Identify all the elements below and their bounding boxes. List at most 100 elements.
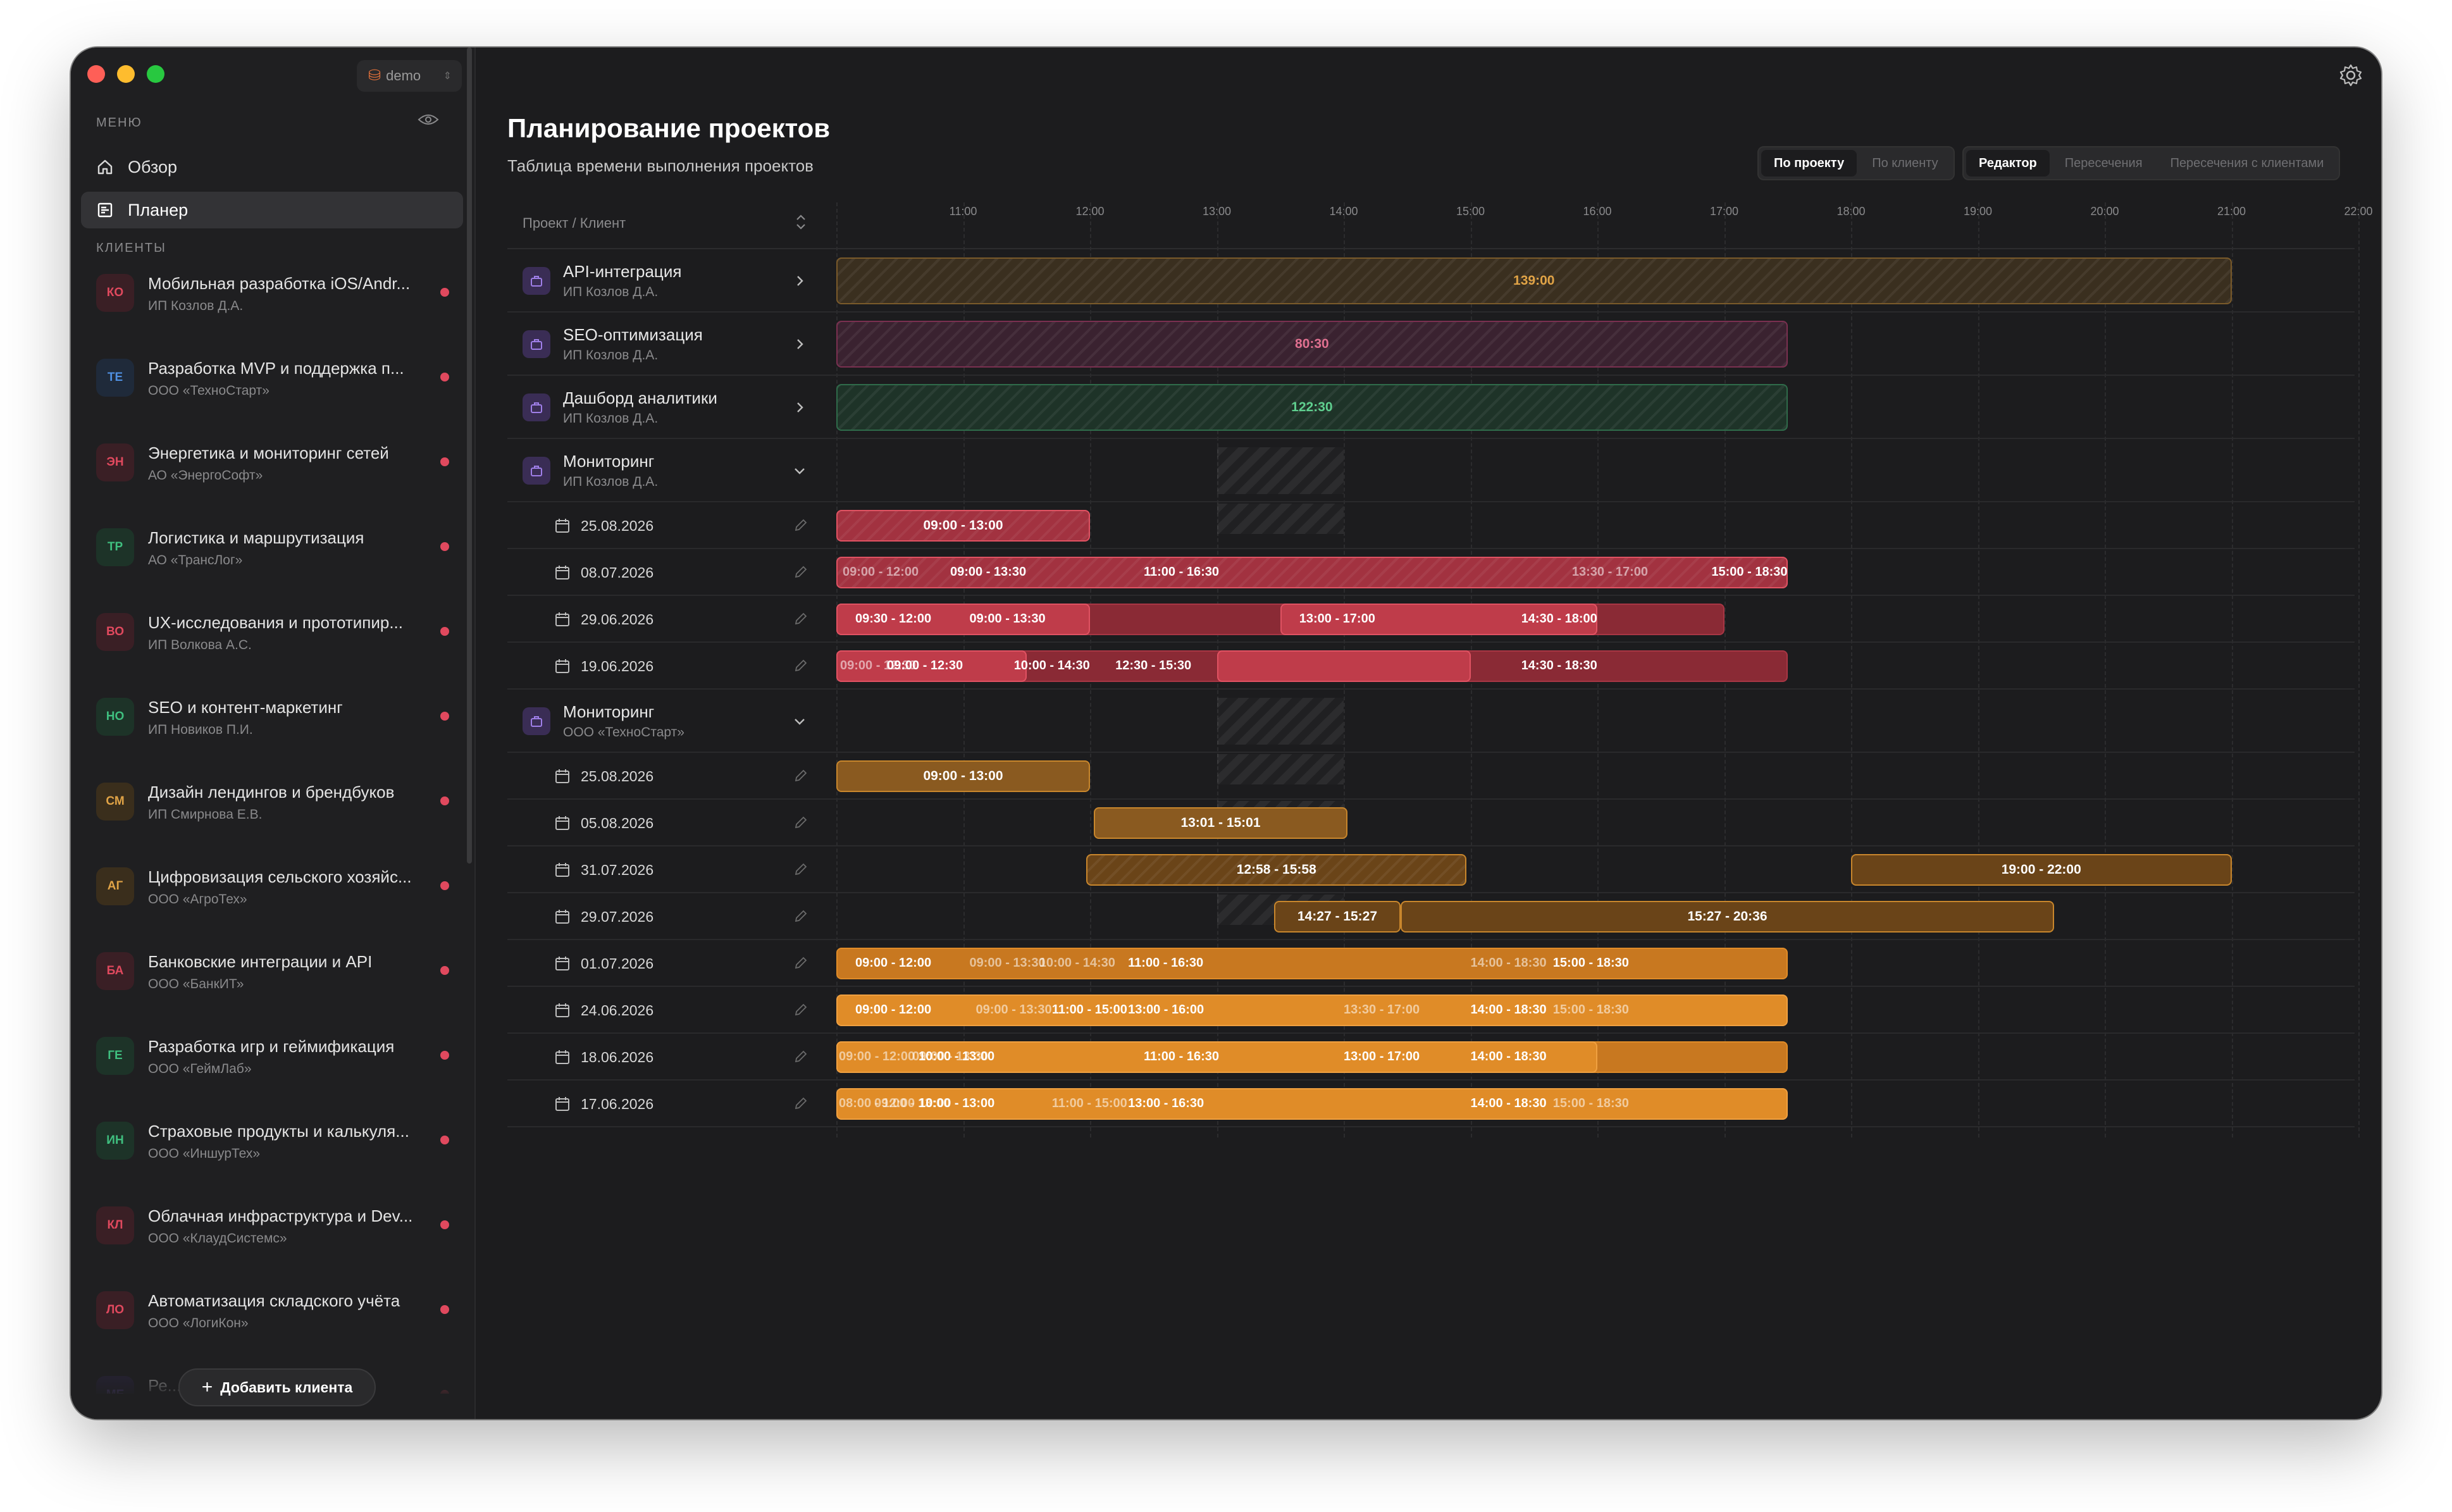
client-owner: ИП Смирнова Е.В. — [148, 807, 263, 822]
status-dot — [440, 457, 449, 466]
sort-updown-icon[interactable] — [793, 213, 808, 232]
time-bar[interactable]: 12:58 - 15:58 — [1086, 854, 1467, 886]
status-dot — [440, 1220, 449, 1229]
settings-gear-icon[interactable] — [2338, 63, 2363, 88]
calendar-icon — [555, 863, 569, 877]
time-bar-label: 11:00 - 15:00 — [1051, 1003, 1127, 1017]
chevron-right-icon[interactable] — [791, 399, 808, 416]
date-row[interactable]: 05.08.2026 — [507, 800, 2355, 846]
time-bar[interactable] — [1217, 650, 1471, 682]
nav-planner-label: Планер — [128, 200, 189, 220]
client-item[interactable]: БА Банковские интеграции и API ООО «Банк… — [96, 939, 463, 1015]
pencil-edit-icon[interactable] — [793, 1002, 808, 1017]
add-client-button[interactable]: + Добавить клиента — [178, 1368, 376, 1406]
client-item[interactable]: АГ Цифровизация сельского хозяйс... ООО … — [96, 855, 463, 931]
pencil-edit-icon[interactable] — [793, 1049, 808, 1064]
pencil-edit-icon[interactable] — [793, 908, 808, 924]
time-bar[interactable]: 122:30 — [836, 384, 1788, 431]
calendar-icon — [555, 769, 569, 783]
client-owner: ООО «КлаудСистемс» — [148, 1231, 287, 1246]
client-item[interactable]: ВО UX-исследования и прототипир... ИП Во… — [96, 600, 463, 676]
zoom-window-button[interactable] — [147, 65, 164, 83]
clients-section-title: КЛИЕНТЫ — [96, 241, 166, 255]
client-item[interactable]: ТЕ Разработка MVP и поддержка п... ООО «… — [96, 346, 463, 422]
minimize-window-button[interactable] — [117, 65, 135, 83]
project-row[interactable]: Мониторинг ИП Козлов Д.А. — [507, 439, 2355, 502]
time-bar[interactable]: 09:00 - 13:00 — [836, 510, 1090, 542]
pencil-edit-icon[interactable] — [793, 658, 808, 673]
mode-overlaps-tab[interactable]: Пересечения — [2052, 150, 2155, 177]
time-bar-label: 10:00 - 14:30 — [1039, 956, 1115, 970]
calendar-icon — [555, 566, 569, 579]
current-hour-marker — [1217, 754, 1344, 784]
pencil-edit-icon[interactable] — [793, 517, 808, 533]
client-avatar: ВО — [96, 613, 134, 651]
mode-client-overlaps-tab[interactable]: Пересечения с клиентами — [2158, 150, 2337, 177]
time-bar-label: 09:30 - 12:00 — [855, 612, 932, 626]
project-client: ИП Козлов Д.А. — [563, 474, 659, 489]
view-by-project-tab[interactable]: По проекту — [1761, 150, 1857, 177]
date-row[interactable]: 25.08.2026 — [507, 502, 2355, 549]
client-avatar: КО — [96, 274, 134, 312]
time-bar[interactable]: 15:27 - 20:36 — [1401, 901, 2054, 933]
status-dot — [440, 966, 449, 975]
chevron-right-icon[interactable] — [791, 272, 808, 290]
client-info: SEO и контент-маркетинг ИП Новиков П.И. — [148, 698, 426, 738]
pencil-edit-icon[interactable] — [793, 611, 808, 626]
nav-overview[interactable]: Обзор — [81, 149, 463, 185]
client-name: Разработка игр и геймификация — [148, 1037, 395, 1056]
chevron-right-icon[interactable] — [791, 335, 808, 353]
eye-icon[interactable] — [418, 113, 439, 126]
time-bar[interactable]: 13:01 - 15:01 — [1094, 807, 1347, 839]
mode-editor-tab[interactable]: Редактор — [1966, 150, 2050, 177]
workspace-switcher[interactable]: ⛁ demo ⇕ — [357, 60, 462, 92]
pencil-edit-icon[interactable] — [793, 815, 808, 830]
pencil-edit-icon[interactable] — [793, 1096, 808, 1111]
time-bar[interactable]: 139:00 — [836, 257, 2232, 304]
client-item[interactable]: ЛО Автоматизация складского учёта ООО «Л… — [96, 1279, 463, 1354]
client-item[interactable]: КЛ Облачная инфраструктура и Dev... ООО … — [96, 1194, 463, 1270]
status-dot — [440, 1136, 449, 1144]
briefcase-icon — [523, 707, 550, 735]
close-window-button[interactable] — [87, 65, 105, 83]
pencil-edit-icon[interactable] — [793, 564, 808, 579]
time-bar-label: 13:30 - 17:00 — [1571, 565, 1648, 579]
client-item[interactable]: СМ Дизайн лендингов и брендбуков ИП Смир… — [96, 770, 463, 846]
client-info: Мобильная разработка iOS/Andr... ИП Козл… — [148, 274, 426, 314]
pencil-edit-icon[interactable] — [793, 955, 808, 970]
project-name: Мониторинг — [563, 452, 655, 471]
status-dot — [440, 627, 449, 636]
pencil-edit-icon[interactable] — [793, 862, 808, 877]
project-client: ООО «ТехноСтарт» — [563, 725, 684, 740]
client-item[interactable]: КО Мобильная разработка iOS/Andr... ИП К… — [96, 261, 463, 337]
client-item[interactable]: ТР Логистика и маршрутизация АО «ТрансЛо… — [96, 516, 463, 592]
date-row[interactable]: 25.08.2026 — [507, 753, 2355, 800]
time-bar-label: 11:00 - 16:30 — [1128, 956, 1204, 970]
briefcase-icon — [523, 457, 550, 485]
time-bar-label: 09:00 - 13:30 — [969, 612, 1046, 626]
time-bar[interactable]: 14:27 - 15:27 — [1273, 901, 1401, 933]
sidebar-scrollbar[interactable] — [467, 47, 472, 864]
time-bar[interactable]: 19:00 - 22:00 — [1851, 854, 2232, 886]
client-item[interactable]: ГЕ Разработка игр и геймификация ООО «Ге… — [96, 1024, 463, 1100]
project-row[interactable]: Мониторинг ООО «ТехноСтарт» — [507, 690, 2355, 753]
time-bar[interactable]: 09:00 - 13:00 — [836, 760, 1090, 792]
time-bar-label: 09:00 - 12:30 — [887, 659, 963, 672]
nav-planner[interactable]: Планер — [81, 192, 463, 228]
status-dot — [440, 712, 449, 721]
window-controls — [87, 65, 164, 83]
planner-icon — [97, 202, 113, 218]
chevron-down-icon[interactable] — [791, 712, 808, 730]
status-dot — [440, 288, 449, 297]
time-bar[interactable]: 80:30 — [836, 321, 1788, 368]
client-item[interactable]: ИН Страховые продукты и калькуля... ООО … — [96, 1109, 463, 1185]
pencil-edit-icon[interactable] — [793, 768, 808, 783]
time-bar-label: 15:00 - 18:30 — [1711, 565, 1788, 579]
chevron-down-icon[interactable] — [791, 462, 808, 480]
client-item[interactable]: ЭН Энергетика и мониторинг сетей АО «Эне… — [96, 431, 463, 507]
view-by-client-tab[interactable]: По клиенту — [1859, 150, 1950, 177]
project-client: ИП Козлов Д.А. — [563, 348, 659, 363]
page-subtitle: Таблица времени выполнения проектов — [507, 156, 814, 175]
client-item[interactable]: НО SEO и контент-маркетинг ИП Новиков П.… — [96, 685, 463, 761]
time-bar-label: 14:30 - 18:00 — [1521, 612, 1597, 626]
